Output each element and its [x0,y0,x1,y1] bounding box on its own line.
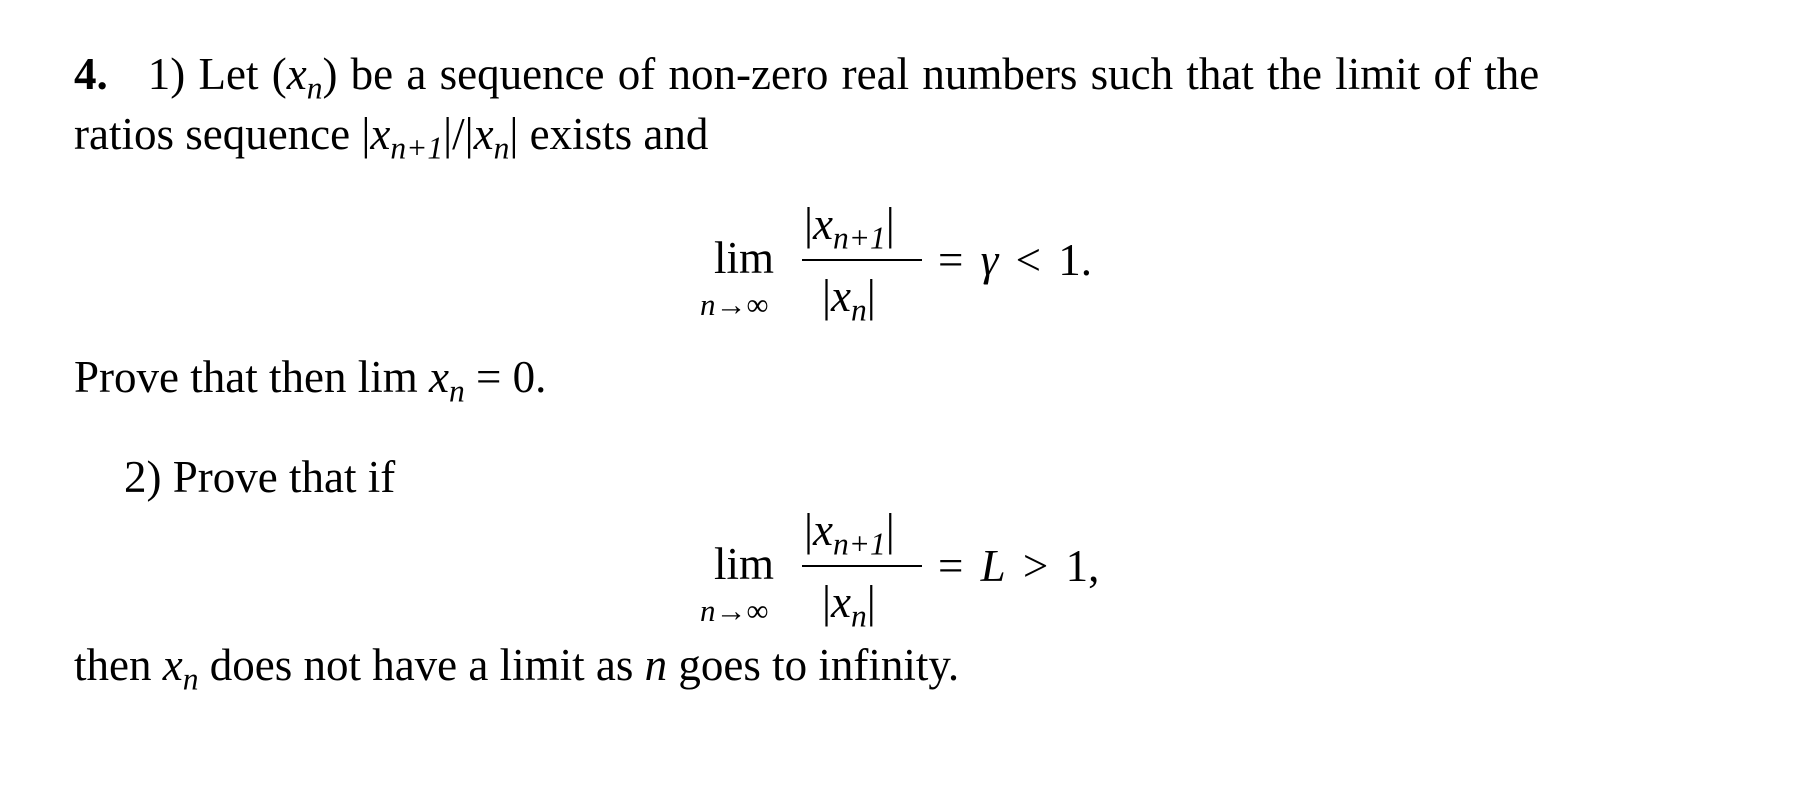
math-var: n [700,287,716,322]
abs-bar: | [866,271,876,321]
math-subscript: n [851,598,867,634]
fraction-denominator: |xn| [822,576,876,632]
math-symbol-L: L [980,541,1006,591]
part1-label: 1) [147,49,186,99]
equals-sign: = [938,235,964,285]
abs-bar: | [804,199,814,249]
text: then [74,640,163,690]
problem-statement-line-2: ratios sequence |xn+1|/|xn| exists and [74,109,709,164]
part2-intro: 2) Prove that if [124,455,395,500]
abs-bar: | [885,505,895,555]
math-subscript: n [493,130,510,166]
text: | exists and [509,109,709,159]
arrow-infinity: →∞ [715,593,769,628]
math-var: x [473,109,494,159]
arrow-infinity: →∞ [715,287,769,322]
equation-rhs: = L > 1, [938,540,1099,592]
math-var: x [162,640,183,690]
lim-subscript: n→∞ [700,593,769,629]
math-subscript: n+1 [833,526,886,562]
math-subscript: n [182,661,199,697]
abs-bar: | [804,505,814,555]
text: Let ( [198,49,287,99]
part2-conclusion: then xn does not have a limit as n goes … [74,640,960,695]
punctuation: . [1080,235,1093,285]
math-var: x [813,199,833,249]
math-var: x [831,271,851,321]
fraction-numerator: |xn+1| [804,504,895,560]
math-number: 1 [1065,541,1089,591]
fraction-bar [802,259,922,261]
abs-bar: | [822,271,832,321]
text: ratios sequence | [74,109,371,159]
math-subscript: n+1 [833,220,886,256]
problem-number: 4. [74,49,108,99]
greater-than-sign: > [1022,541,1049,591]
math-subscript: n [306,70,323,106]
math-var: n [700,593,716,628]
math-symbol-gamma: γ [980,235,999,285]
abs-bar: | [822,577,832,627]
text: |/| [443,109,474,159]
problem-statement-line-1: 4. 1) Let (xn) be a sequence of non-zero … [74,49,1540,104]
math-var: x [370,109,391,159]
math-var: x [831,577,851,627]
math-subscript: n+1 [390,130,444,166]
text: Prove that then lim [74,352,429,402]
math-number: 1 [1058,235,1081,285]
display-equation-1: lim n→∞ |xn+1| |xn| = γ < 1. [700,192,1140,326]
lim-operator: lim [714,539,775,589]
text: = 0. [464,352,547,402]
text: Prove that if [172,452,396,502]
part1-conclusion: Prove that then lim xn = 0. [74,352,547,407]
text: goes to infinity. [667,640,960,690]
part2-label: 2) [124,452,162,502]
text: does not have a limit as [198,640,645,690]
math-var: x [286,49,307,99]
lim-subscript: n→∞ [700,287,769,323]
text: ) be a sequence of non-zero real numbers… [322,49,1540,99]
fraction-denominator: |xn| [822,270,876,326]
math-var: x [813,505,833,555]
lim-operator: lim [714,233,775,283]
punctuation: , [1088,541,1100,591]
abs-bar: | [866,577,876,627]
fraction-bar [802,565,922,567]
equation-rhs: = γ < 1. [938,234,1092,286]
abs-bar: | [885,199,895,249]
math-var: x [428,352,449,402]
math-subscript: n [448,373,465,409]
math-var: n [644,640,668,690]
fraction-numerator: |xn+1| [804,198,895,254]
equals-sign: = [938,541,964,591]
less-than-sign: < [1015,235,1042,285]
math-subscript: n [851,292,867,328]
display-equation-2: lim n→∞ |xn+1| |xn| = L > 1, [700,498,1140,632]
